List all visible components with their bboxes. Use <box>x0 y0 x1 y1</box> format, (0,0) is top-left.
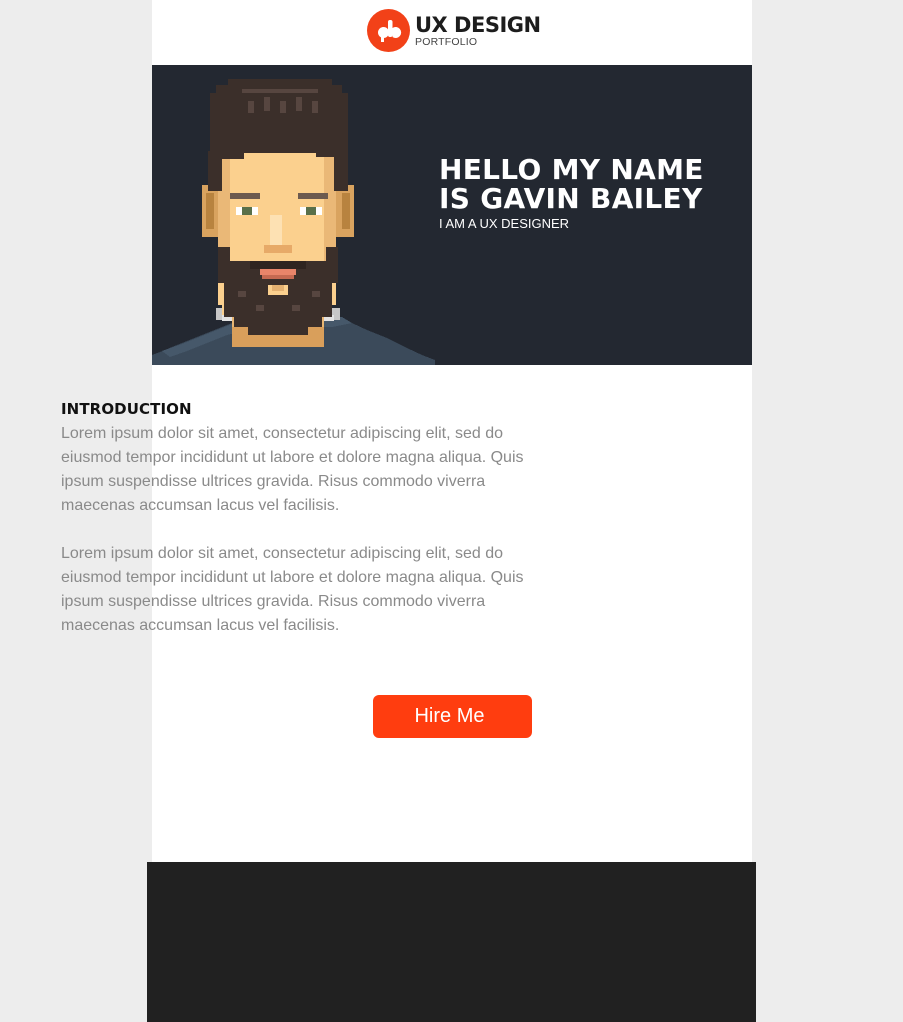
hero-title: HELLO MY NAME IS GAVIN BAILEY <box>439 153 704 215</box>
logo-mark-icon <box>367 9 410 52</box>
brand-subtitle: PORTFOLIO <box>415 36 478 48</box>
hero-subtitle: I AM A UX DESIGNER <box>439 216 570 231</box>
introduction-section: INTRODUCTION Lorem ipsum dolor sit amet,… <box>61 398 541 638</box>
introduction-paragraph: Lorem ipsum dolor sit amet, consectetur … <box>61 545 524 634</box>
header: UX DESIGN PORTFOLIO <box>152 0 752 65</box>
hero-banner: HELLO MY NAME IS GAVIN BAILEY I AM A UX … <box>152 65 752 365</box>
introduction-heading: INTRODUCTION <box>61 400 192 418</box>
footer <box>147 862 756 1022</box>
logo[interactable]: UX DESIGN PORTFOLIO <box>367 9 542 53</box>
introduction-paragraph: Lorem ipsum dolor sit amet, consectetur … <box>61 425 524 514</box>
brand-title: UX DESIGN <box>415 13 541 37</box>
avatar-illustration <box>152 79 435 365</box>
hire-me-button[interactable]: Hire Me <box>373 695 532 738</box>
